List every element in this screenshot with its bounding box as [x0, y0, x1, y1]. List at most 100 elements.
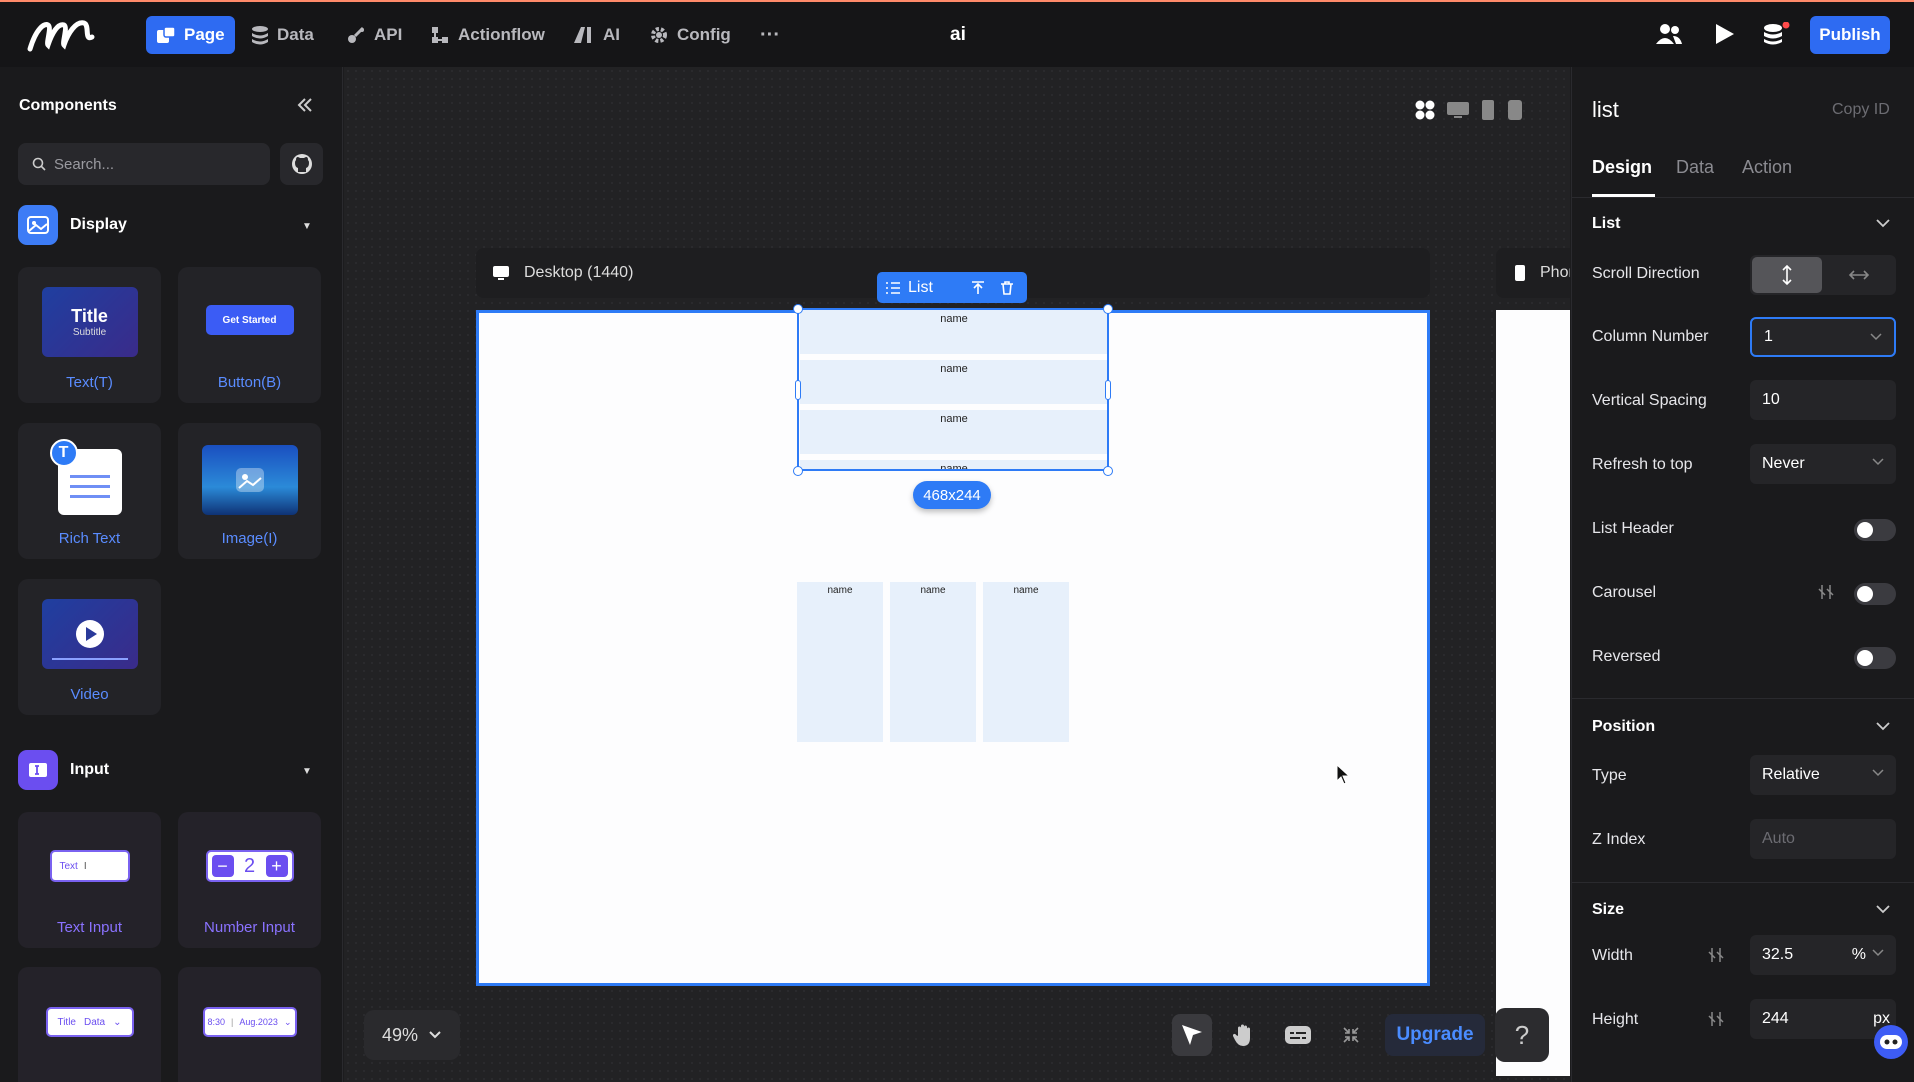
collapse-panel-icon[interactable] — [297, 97, 313, 113]
tab-action[interactable]: Action — [1742, 157, 1792, 178]
height-input[interactable]: 244 px — [1750, 999, 1896, 1039]
phone-icon — [1514, 264, 1526, 282]
more-menu-button[interactable]: ··· — [754, 16, 786, 54]
number-preview-value: 2 — [243, 854, 256, 877]
chevron-down-icon[interactable] — [1875, 720, 1891, 732]
vertical-spacing-input[interactable]: 10 — [1750, 380, 1896, 420]
list-selection-outline[interactable] — [797, 308, 1109, 471]
button-component-label: Button(B) — [217, 374, 282, 391]
richtext-component-card[interactable]: T Rich Text — [18, 423, 161, 559]
database-icon — [251, 25, 269, 45]
datetime-component-card[interactable]: 8:30 | Aug.2023 ⌄ — [178, 967, 321, 1082]
api-icon — [346, 25, 366, 45]
grid-view-icon[interactable] — [1414, 99, 1436, 121]
text-component-card[interactable]: Title Subtitle Text(T) — [18, 267, 161, 403]
actionflow-icon — [430, 25, 450, 45]
horizontal-arrows-icon — [1848, 269, 1870, 281]
resize-handle-tl[interactable] — [793, 304, 803, 314]
z-index-label: Z Index — [1592, 831, 1646, 848]
chevron-down-icon[interactable] — [1875, 903, 1891, 915]
tab-design[interactable]: Design — [1592, 157, 1652, 178]
desktop-icon — [492, 265, 510, 281]
bind-variable-icon[interactable] — [1818, 583, 1834, 601]
scroll-direction-toggle — [1750, 255, 1896, 295]
select-preview: Title Data ⌄ — [45, 1007, 134, 1037]
list-header-toggle[interactable] — [1854, 519, 1896, 541]
hand-tool-button[interactable] — [1225, 1014, 1265, 1056]
zoom-control[interactable]: 49% — [364, 1010, 460, 1060]
select-tool-button[interactable] — [1172, 1014, 1212, 1056]
width-unit[interactable]: % — [1852, 946, 1866, 964]
carousel-toggle[interactable] — [1854, 583, 1896, 605]
help-button[interactable]: ? — [1495, 1008, 1549, 1062]
nav-page[interactable]: Page — [146, 16, 235, 54]
width-input[interactable]: 32.5 % — [1750, 935, 1896, 975]
resize-handle-br[interactable] — [1103, 466, 1113, 476]
comment-tool-button[interactable] — [1278, 1014, 1318, 1056]
nav-actionflow[interactable]: Actionflow — [424, 16, 551, 54]
github-button[interactable] — [280, 143, 323, 185]
display-section-icon — [18, 205, 58, 245]
display-section-header[interactable]: Display — [18, 205, 127, 245]
column-number-select[interactable]: 1 — [1750, 317, 1896, 357]
phone-view-icon[interactable] — [1506, 99, 1524, 121]
ai-icon — [573, 25, 595, 45]
text-input-component-card[interactable]: Text I Text Input — [18, 812, 161, 948]
resize-handle-left[interactable] — [795, 380, 801, 400]
bind-variable-icon[interactable] — [1708, 946, 1724, 964]
app-window: Page Data API Actionflow AI Config ··· a… — [0, 0, 1914, 1082]
resize-handle-right[interactable] — [1105, 380, 1111, 400]
position-type-select[interactable]: Relative — [1750, 755, 1896, 795]
logo-icon[interactable] — [26, 15, 96, 55]
phone-frame-header[interactable]: Phone — [1496, 248, 1570, 298]
nav-api[interactable]: API — [340, 16, 408, 54]
nav-data[interactable]: Data — [245, 16, 320, 54]
assistant-bot-icon[interactable] — [1874, 1025, 1908, 1059]
z-index-input[interactable]: Auto — [1750, 819, 1896, 859]
select-component-card[interactable]: Title Data ⌄ — [18, 967, 161, 1082]
upgrade-button[interactable]: Upgrade — [1385, 1014, 1485, 1056]
phone-artboard[interactable] — [1496, 310, 1570, 1076]
chevron-down-icon — [428, 1030, 442, 1040]
button-component-card[interactable]: Get Started Button(B) — [178, 267, 321, 403]
input-section-title: Input — [70, 761, 110, 778]
grid-item[interactable]: name — [983, 582, 1069, 742]
users-icon[interactable] — [1656, 22, 1682, 46]
video-component-card[interactable]: Video — [18, 579, 161, 715]
text-input-component-label: Text Input — [56, 919, 123, 936]
preview-play-icon[interactable] — [1714, 22, 1736, 46]
resize-handle-bl[interactable] — [793, 466, 803, 476]
section-divider — [1572, 882, 1914, 883]
notifications-icon[interactable] — [1762, 22, 1790, 48]
tab-data[interactable]: Data — [1676, 157, 1714, 178]
scroll-vertical-button[interactable] — [1752, 257, 1822, 293]
chevron-down-icon[interactable] — [1875, 217, 1891, 229]
select-parent-icon[interactable] — [970, 280, 986, 296]
fit-screen-button[interactable] — [1331, 1014, 1371, 1056]
component-search-input[interactable]: Search... — [18, 143, 270, 185]
desktop-view-icon[interactable] — [1446, 100, 1470, 120]
scroll-horizontal-button[interactable] — [1824, 257, 1894, 293]
refresh-to-top-select[interactable]: Never — [1750, 444, 1896, 484]
bind-variable-icon[interactable] — [1708, 1010, 1724, 1028]
reversed-toggle[interactable] — [1854, 647, 1896, 669]
input-section-header[interactable]: Input — [18, 750, 109, 790]
resize-handle-tr[interactable] — [1103, 304, 1113, 314]
select-preview-b: Data — [84, 1016, 106, 1028]
trash-icon[interactable] — [999, 280, 1015, 296]
publish-button[interactable]: Publish — [1810, 16, 1890, 54]
mouse-cursor-icon — [1336, 764, 1352, 786]
number-input-component-card[interactable]: − 2 + Number Input — [178, 812, 321, 948]
grid-item[interactable]: name — [890, 582, 976, 742]
nav-ai[interactable]: AI — [567, 16, 626, 54]
image-component-card[interactable]: Image(I) — [178, 423, 321, 559]
refresh-to-top-label: Refresh to top — [1592, 456, 1693, 473]
nav-config[interactable]: Config — [643, 16, 737, 54]
grid-item[interactable]: name — [797, 582, 883, 742]
list-toolbar-label: List — [908, 278, 933, 296]
input-caret-icon[interactable]: ▼ — [302, 766, 312, 777]
tablet-view-icon[interactable] — [1480, 99, 1496, 121]
pointer-icon — [1179, 1022, 1205, 1048]
copy-id-button[interactable]: Copy ID — [1832, 101, 1890, 119]
display-caret-icon[interactable]: ▼ — [302, 221, 312, 232]
